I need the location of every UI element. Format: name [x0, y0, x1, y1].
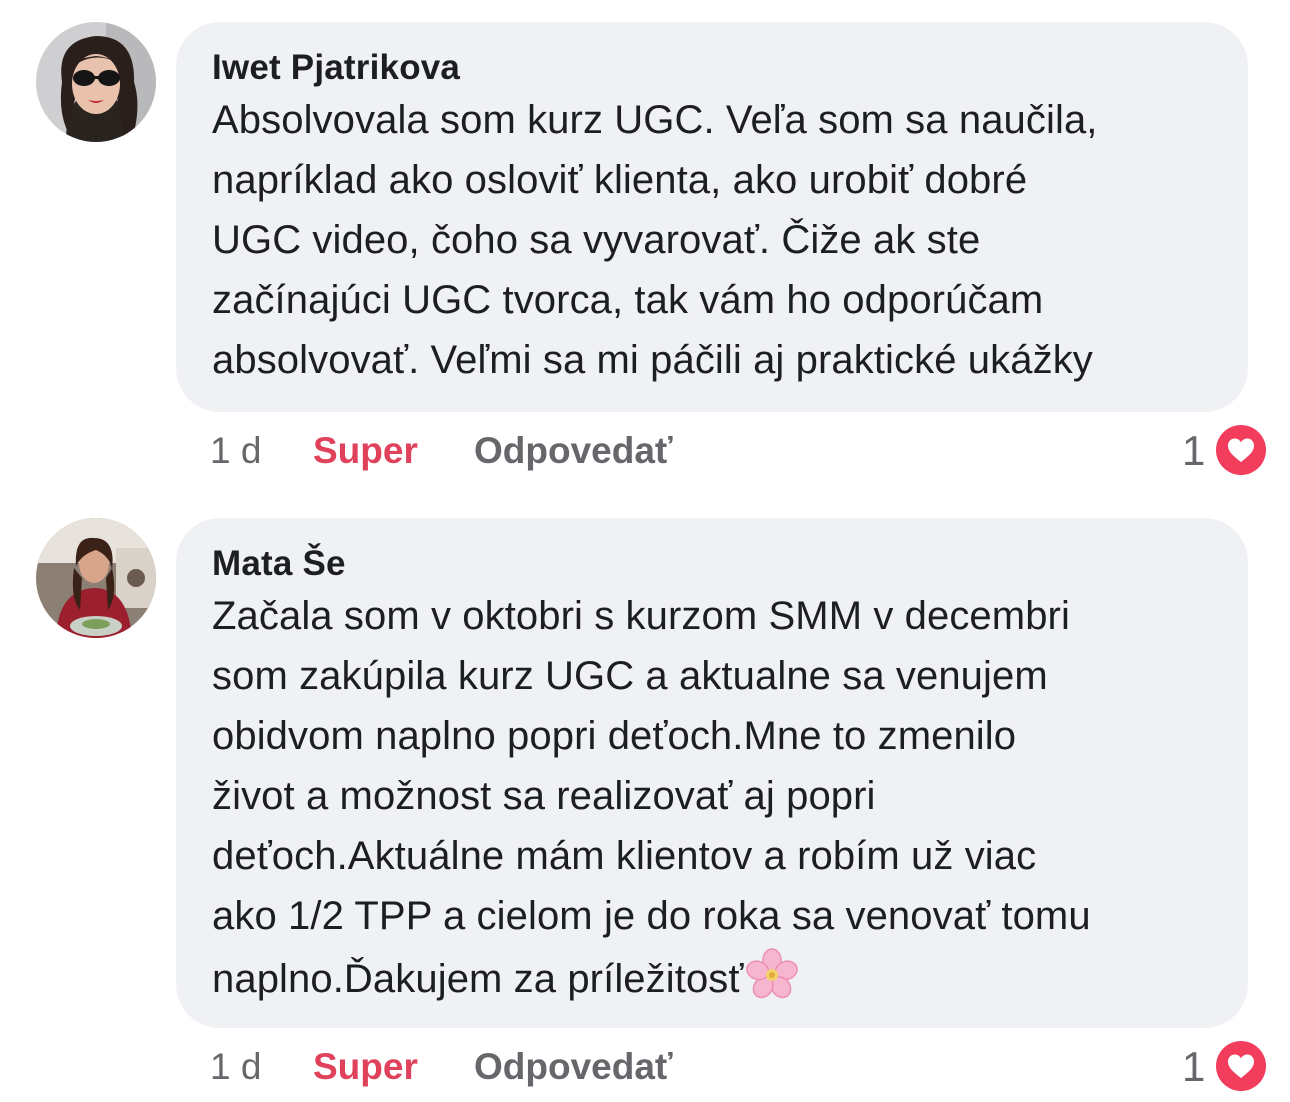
comment-bubble: Mata Še Začala som v oktobri s kurzom SM…: [176, 518, 1248, 1028]
avatar-photo: [36, 518, 156, 638]
comment-text-body: Začala som v oktobri s kurzom SMM v dece…: [212, 594, 1091, 1001]
comment-timestamp[interactable]: 1 d: [210, 426, 261, 476]
like-button[interactable]: Super: [313, 1042, 418, 1092]
heart-icon[interactable]: [1216, 1041, 1266, 1091]
reaction-count[interactable]: 1: [1182, 426, 1205, 476]
reaction-count[interactable]: 1: [1182, 1042, 1205, 1092]
comment-actions: 1 d Super Odpovedať 1: [0, 425, 1290, 476]
avatar-photo: [36, 22, 156, 142]
comment-text: Absolvovala som kurz UGC. Veľa som sa na…: [212, 98, 1098, 382]
cherry-blossom-icon: [744, 946, 800, 1002]
comment-author[interactable]: Iwet Pjatrikova: [212, 46, 1214, 90]
reply-button[interactable]: Odpovedať: [474, 1042, 673, 1092]
reply-button[interactable]: Odpovedať: [474, 426, 673, 476]
comment-author[interactable]: Mata Še: [212, 542, 1214, 586]
comment-timestamp[interactable]: 1 d: [210, 1042, 261, 1092]
comment-actions: 1 d Super Odpovedať 1: [0, 1041, 1290, 1092]
like-button[interactable]: Super: [313, 426, 418, 476]
heart-icon[interactable]: [1216, 425, 1266, 475]
comment-bubble: Iwet Pjatrikova Absolvovala som kurz UGC…: [176, 22, 1248, 412]
avatar[interactable]: [36, 518, 156, 638]
comment-text: Začala som v oktobri s kurzom SMM v dece…: [212, 586, 1214, 1009]
avatar[interactable]: [36, 22, 156, 142]
